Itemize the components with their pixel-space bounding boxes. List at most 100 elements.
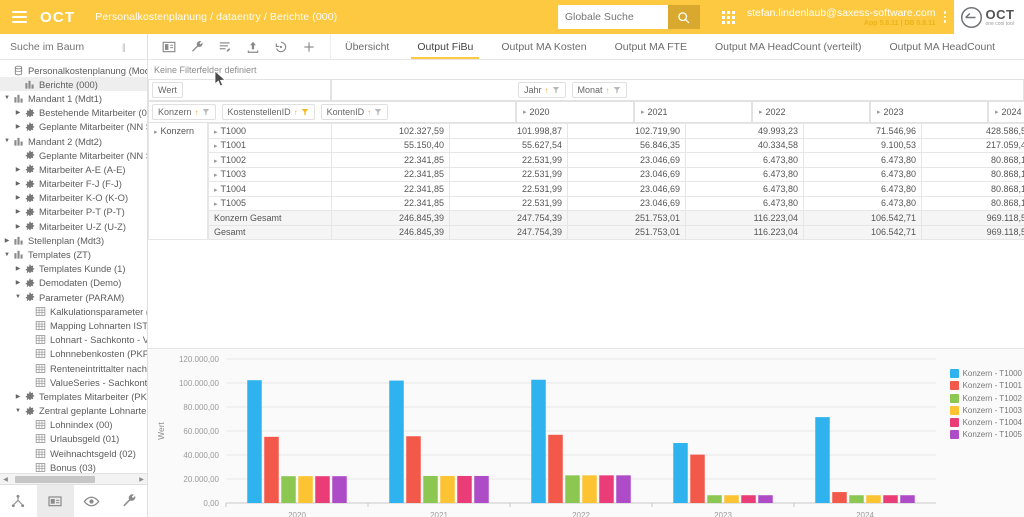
value-cell[interactable]: 246.845,39 — [332, 211, 450, 226]
tree-node[interactable]: Demodaten (Demo) — [0, 276, 147, 290]
hamburger-menu-icon[interactable] — [0, 11, 38, 23]
bar[interactable] — [531, 380, 546, 503]
tree-node[interactable]: Mandant 2 (Mdt2) — [0, 134, 147, 148]
chip-konzern[interactable]: Konzern↑ — [152, 104, 216, 120]
bar[interactable] — [741, 495, 756, 503]
tab-output-ma-headcount-verteilt[interactable]: Output MA HeadCount (verteilt) — [701, 34, 875, 59]
chevron-right-icon[interactable] — [2, 237, 12, 244]
value-cell[interactable]: 22.341,85 — [332, 167, 450, 182]
chip-wert[interactable]: Wert — [152, 82, 183, 98]
tab-bersicht[interactable]: Übersicht — [331, 34, 403, 59]
bar[interactable] — [832, 492, 847, 503]
value-cell[interactable]: 9.100,53 — [804, 138, 922, 153]
chevron-right-icon[interactable] — [13, 123, 23, 130]
value-cell[interactable]: 116.223,04 — [686, 225, 804, 240]
global-search-input[interactable] — [558, 5, 668, 29]
value-cell[interactable]: 71.546,96 — [804, 124, 922, 139]
bar[interactable] — [707, 495, 722, 503]
legend-item[interactable]: Konzern - T1003 — [950, 406, 1022, 415]
value-cell[interactable]: 55.150,40 — [332, 138, 450, 153]
value-cell[interactable]: 22.341,85 — [332, 182, 450, 197]
row-total-cell[interactable]: 217.059,41 — [922, 138, 1024, 153]
chevron-down-icon[interactable] — [2, 95, 12, 101]
tree-node[interactable]: Mitarbeiter A-E (A-E) — [0, 162, 147, 176]
sidebar-button-hierarchy[interactable] — [0, 485, 37, 517]
row-label-cell[interactable]: Gesamt — [209, 225, 332, 240]
tree-node[interactable]: Lohnindex (00) — [0, 418, 147, 432]
row-label-cell[interactable]: ▸T1001 — [209, 138, 332, 153]
sidebar-button-preview[interactable] — [74, 485, 111, 517]
user-account-group[interactable]: stefan.lindenlaub@saxess-software.com Ap… — [747, 7, 940, 27]
tree-node[interactable]: Geplante Mitarbeiter (NN Stellen) ( — [0, 148, 147, 162]
chevron-down-icon[interactable] — [2, 252, 12, 258]
expand-icon[interactable]: ▸ — [214, 158, 218, 165]
tree-node[interactable]: Bonus (03) — [0, 460, 147, 473]
column-header-2023[interactable]: ▸2023 — [870, 101, 988, 123]
upload-icon[interactable] — [246, 40, 260, 54]
tree-node[interactable]: Berichte (000) — [0, 77, 147, 91]
legend-item[interactable]: Konzern - T1004 — [950, 418, 1022, 427]
filter-funnel-icon[interactable] — [374, 108, 382, 116]
legend-item[interactable]: Konzern - T1000 — [950, 369, 1022, 378]
expand-icon[interactable]: ▸ — [641, 108, 645, 116]
row-total-cell[interactable]: 969.118,53 — [922, 225, 1024, 240]
bar[interactable] — [298, 476, 313, 503]
value-cell[interactable]: 6.473,80 — [686, 182, 804, 197]
panel-resize-handle[interactable]: || — [122, 42, 129, 52]
chevron-right-icon[interactable] — [13, 194, 23, 201]
value-cell[interactable]: 251.753,01 — [568, 211, 686, 226]
row-label-cell[interactable]: ▸T1002 — [209, 153, 332, 168]
expand-icon[interactable]: ▸ — [214, 187, 218, 194]
expand-icon[interactable]: ▸ — [154, 129, 158, 136]
bar[interactable] — [758, 495, 773, 503]
value-cell[interactable]: 101.998,87 — [450, 124, 568, 139]
value-cell[interactable]: 22.531,99 — [450, 167, 568, 182]
chip-monat[interactable]: Monat↑ — [572, 82, 627, 98]
value-cell[interactable]: 22.341,85 — [332, 196, 450, 211]
app-grid-icon[interactable] — [722, 11, 735, 24]
column-header-2020[interactable]: ▸2020 — [516, 101, 634, 123]
value-cell[interactable]: 6.473,80 — [686, 153, 804, 168]
tree-node[interactable]: Mitarbeiter K-O (K-O) — [0, 191, 147, 205]
tree-horizontal-scrollbar[interactable]: ◀ ▶ — [0, 473, 147, 484]
value-cell[interactable]: 23.046,69 — [568, 182, 686, 197]
filter-funnel-icon[interactable] — [613, 86, 621, 94]
chevron-right-icon[interactable] — [13, 279, 23, 286]
chip-filter-button[interactable] — [552, 86, 560, 94]
chevron-down-icon[interactable] — [13, 408, 23, 414]
bar[interactable] — [281, 476, 296, 503]
tree-node[interactable]: Renteneintrittalter nach Geburts — [0, 361, 147, 375]
tree-node[interactable]: Bestehende Mitarbeiter (01) — [0, 106, 147, 120]
tree-node[interactable]: Mapping Lohnarten IST PLAN (P — [0, 318, 147, 332]
column-header-2021[interactable]: ▸2021 — [634, 101, 752, 123]
value-cell[interactable]: 116.223,04 — [686, 211, 804, 226]
bar[interactable] — [548, 435, 563, 503]
value-cell[interactable]: 23.046,69 — [568, 153, 686, 168]
scrollbar-thumb[interactable] — [15, 476, 95, 483]
bar[interactable] — [724, 495, 739, 503]
chip-filter-button[interactable] — [202, 108, 210, 116]
tree-node[interactable]: Lohnnebenkosten (PKP_LNK) — [0, 347, 147, 361]
column-header-2024[interactable]: ▸2024 — [988, 101, 1024, 123]
bar[interactable] — [457, 476, 472, 503]
value-cell[interactable]: 6.473,80 — [804, 153, 922, 168]
value-cell[interactable]: 6.473,80 — [686, 196, 804, 211]
tree-node[interactable]: Urlaubsgeld (01) — [0, 432, 147, 446]
tree-node[interactable]: Templates (ZT) — [0, 247, 147, 261]
bar[interactable] — [673, 443, 688, 503]
tree-node[interactable]: Zentral geplante Lohnarten (PKP_Z — [0, 404, 147, 418]
tab-output-ma-headcount[interactable]: Output MA HeadCount — [875, 34, 1009, 59]
expand-icon[interactable]: ▸ — [214, 172, 218, 179]
value-cell[interactable]: 22.531,99 — [450, 196, 568, 211]
chevron-right-icon[interactable] — [13, 265, 23, 272]
value-cell[interactable]: 102.327,59 — [332, 124, 450, 139]
sort-asc-icon[interactable]: ↑ — [294, 108, 298, 117]
chevron-right-icon[interactable] — [13, 166, 23, 173]
expand-icon[interactable]: ▸ — [995, 108, 999, 116]
tree-node[interactable]: Weihnachtsgeld (02) — [0, 446, 147, 460]
bar[interactable] — [332, 476, 347, 503]
tree-node[interactable]: ValueSeries - Sachkonto (PLAN) — [0, 375, 147, 389]
sidebar-button-settings[interactable] — [110, 485, 147, 517]
value-cell[interactable]: 49.993,23 — [686, 124, 804, 139]
tree-node[interactable]: Mitarbeiter P-T (P-T) — [0, 205, 147, 219]
